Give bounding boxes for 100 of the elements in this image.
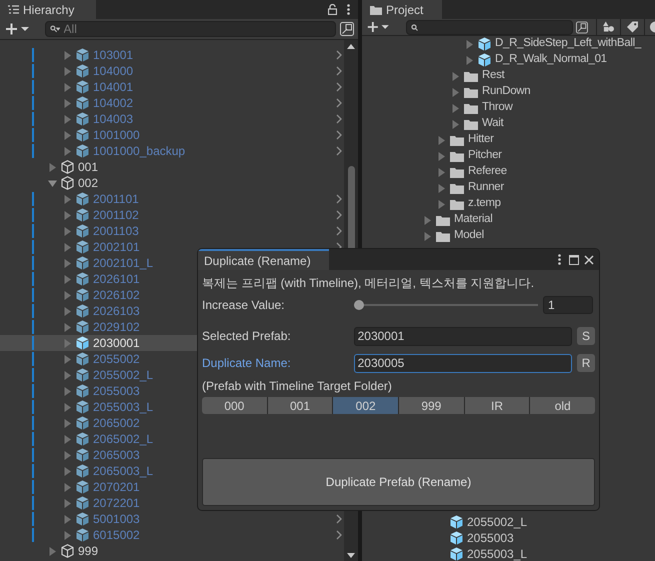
cube-icon xyxy=(76,96,89,110)
cube-icon xyxy=(76,464,89,478)
expand-arrow-icon[interactable] xyxy=(48,178,57,188)
object-name[interactable]: 2026101 xyxy=(93,270,140,288)
shapes-icon[interactable] xyxy=(602,21,614,33)
folder-tab[interactable]: 000 xyxy=(202,397,267,414)
object-name[interactable]: 104000 xyxy=(93,62,134,80)
asset-name[interactable]: RunDown xyxy=(482,83,530,101)
object-name[interactable]: 104002 xyxy=(93,94,134,112)
object-name[interactable]: 001 xyxy=(78,158,98,176)
prefab-indicator-bar xyxy=(32,480,34,494)
object-name[interactable]: 2070201 xyxy=(93,478,140,496)
asset-name[interactable]: Material xyxy=(454,211,493,229)
object-name[interactable]: 2065002 xyxy=(93,414,140,432)
object-name[interactable]: 2001103 xyxy=(93,222,139,240)
search-field[interactable]: All xyxy=(45,21,336,37)
cube-icon xyxy=(76,304,89,318)
object-name[interactable]: 103001 xyxy=(93,46,134,64)
folder-icon xyxy=(450,134,464,146)
selected-prefab-button[interactable]: S xyxy=(577,327,595,345)
expand-search-icon[interactable] xyxy=(576,20,588,34)
project-tab[interactable]: Project xyxy=(362,0,442,19)
asset-name[interactable]: z.temp xyxy=(468,195,501,213)
folder-tab[interactable]: 001 xyxy=(268,397,332,414)
object-name[interactable]: 2055002_L xyxy=(93,366,154,384)
duplicate-prefab-button[interactable]: Duplicate Prefab (Rename) xyxy=(202,458,595,506)
lock-icon[interactable] xyxy=(328,4,337,15)
cube-icon xyxy=(76,320,89,334)
object-name[interactable]: 2055002 xyxy=(93,350,140,368)
hierarchy-tab[interactable]: Hierarchy xyxy=(0,0,96,19)
chevron-right-icon[interactable] xyxy=(336,98,342,108)
asset-name[interactable]: Pitcher xyxy=(468,147,502,165)
chevron-right-icon[interactable] xyxy=(336,514,342,524)
chevron-right-icon[interactable] xyxy=(336,50,342,60)
chevron-right-icon[interactable] xyxy=(336,530,342,540)
folder-tab[interactable]: old xyxy=(530,397,595,414)
asset-name[interactable]: Referee xyxy=(468,163,507,181)
asset-name[interactable]: Runner xyxy=(468,179,504,197)
object-name[interactable]: 002 xyxy=(78,174,98,192)
object-name[interactable]: 2026102 xyxy=(93,286,140,304)
object-name[interactable]: 2055003_L xyxy=(93,398,154,416)
object-name[interactable]: 6015002 xyxy=(93,526,140,544)
more-options-icon[interactable] xyxy=(558,254,561,265)
asset-name[interactable]: Throw xyxy=(482,99,512,117)
asset-name[interactable]: Wait xyxy=(482,115,504,133)
object-name[interactable]: 1001000_backup xyxy=(93,142,186,160)
object-name[interactable]: 2001101 xyxy=(93,190,139,208)
text-field[interactable]: 2030005 xyxy=(354,354,572,372)
chevron-right-icon[interactable] xyxy=(336,146,342,156)
object-name[interactable]: 2065003 xyxy=(93,446,140,464)
chevron-right-icon[interactable] xyxy=(336,194,342,204)
asset-name[interactable]: Rest xyxy=(482,67,504,85)
chevron-right-icon[interactable] xyxy=(336,66,342,76)
slider-thumb[interactable] xyxy=(354,300,364,310)
text-field[interactable]: 2030001 xyxy=(354,326,572,346)
object-name[interactable]: 104003 xyxy=(93,110,134,128)
object-name[interactable]: 2072201 xyxy=(93,494,140,512)
object-name[interactable]: 1001000 xyxy=(93,126,140,144)
chevron-right-icon[interactable] xyxy=(336,130,342,140)
object-name[interactable]: 2065003_L xyxy=(93,462,154,480)
search-field[interactable] xyxy=(406,20,574,34)
scroll-up-icon[interactable] xyxy=(347,44,355,50)
expand-search-icon[interactable] xyxy=(340,22,354,36)
object-name[interactable]: 5001003 xyxy=(93,510,140,528)
object-name[interactable]: 2029102 xyxy=(93,318,140,336)
folder-tab[interactable]: 002 xyxy=(333,397,398,414)
duplicate-name-button[interactable]: R xyxy=(577,354,595,372)
asset-name[interactable]: 2055002_L xyxy=(467,513,528,531)
object-name[interactable]: 2026103 xyxy=(93,302,140,320)
object-name[interactable]: 2030001 xyxy=(93,334,140,352)
object-name[interactable]: 2065002_L xyxy=(93,430,154,448)
folder-tab[interactable]: IR xyxy=(464,397,530,414)
asset-name[interactable]: 2055003 xyxy=(467,529,514,547)
chevron-right-icon[interactable] xyxy=(336,210,342,220)
folder-icon xyxy=(436,230,450,242)
chevron-right-icon[interactable] xyxy=(336,82,342,92)
prefab-indicator-bar xyxy=(32,448,34,462)
scroll-down-icon[interactable] xyxy=(347,553,355,559)
object-name[interactable]: 999 xyxy=(78,542,98,560)
object-name[interactable]: 104001 xyxy=(93,78,134,96)
object-name[interactable]: 2055003 xyxy=(93,382,140,400)
cube-icon xyxy=(76,528,89,542)
chevron-right-icon[interactable] xyxy=(336,114,342,124)
prefab-indicator-bar xyxy=(32,320,34,334)
asset-name[interactable]: D_R_Walk_Normal_01 xyxy=(495,51,607,69)
maximize-icon[interactable] xyxy=(569,254,579,264)
more-options-icon[interactable] xyxy=(347,4,350,15)
chevron-right-icon[interactable] xyxy=(336,226,342,236)
object-name[interactable]: 2002101 xyxy=(93,238,140,256)
close-icon[interactable] xyxy=(584,254,594,264)
asset-name[interactable]: 2055003_L xyxy=(467,545,528,561)
dialog-tab[interactable]: Duplicate (Rename) xyxy=(198,249,329,270)
object-name[interactable]: 2002101_L xyxy=(93,254,154,272)
asset-name[interactable]: D_R_SideStep_Left_withBall_ xyxy=(495,36,641,53)
folder-tab[interactable]: 999 xyxy=(399,397,464,414)
tag-icon[interactable] xyxy=(626,21,638,33)
object-name[interactable]: 2001102 xyxy=(93,206,139,224)
asset-name[interactable]: Model xyxy=(454,227,484,244)
number-field[interactable]: 1 xyxy=(543,296,593,314)
asset-name[interactable]: Hitter xyxy=(468,131,494,149)
